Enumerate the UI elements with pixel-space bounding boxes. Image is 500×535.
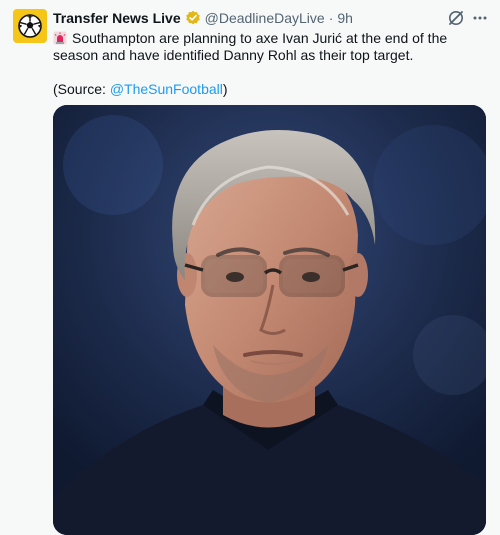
author-name[interactable]: Transfer News Live: [53, 9, 181, 27]
verified-badge-icon: [185, 10, 201, 26]
grok-icon[interactable]: [447, 9, 465, 27]
author-handle[interactable]: @DeadlineDayLive: [205, 9, 325, 27]
rotating-light-icon: [53, 31, 67, 45]
tweet[interactable]: Transfer News Live @DeadlineDayLive · 9h…: [0, 0, 500, 535]
source-mention-link[interactable]: @TheSunFootball: [110, 81, 223, 97]
avatar[interactable]: [13, 9, 47, 43]
more-options-icon[interactable]: [471, 9, 489, 27]
source-line: (Source: @TheSunFootball): [53, 81, 473, 98]
football-logo-icon: [18, 14, 42, 38]
source-open: (Source:: [53, 81, 110, 97]
tweet-main-text: Southampton are planning to axe Ivan Jur…: [53, 30, 448, 63]
separator-dot: ·: [328, 10, 334, 26]
tweet-photo[interactable]: [53, 105, 486, 535]
timestamp[interactable]: 9h: [337, 9, 353, 27]
man-portrait-image: [53, 105, 486, 535]
tweet-line-1: Southampton are planning to axe Ivan Jur…: [53, 30, 473, 64]
tweet-header: Transfer News Live @DeadlineDayLive · 9h: [53, 9, 353, 27]
source-close: ): [222, 81, 228, 97]
tweet-text: Southampton are planning to axe Ivan Jur…: [53, 30, 473, 98]
